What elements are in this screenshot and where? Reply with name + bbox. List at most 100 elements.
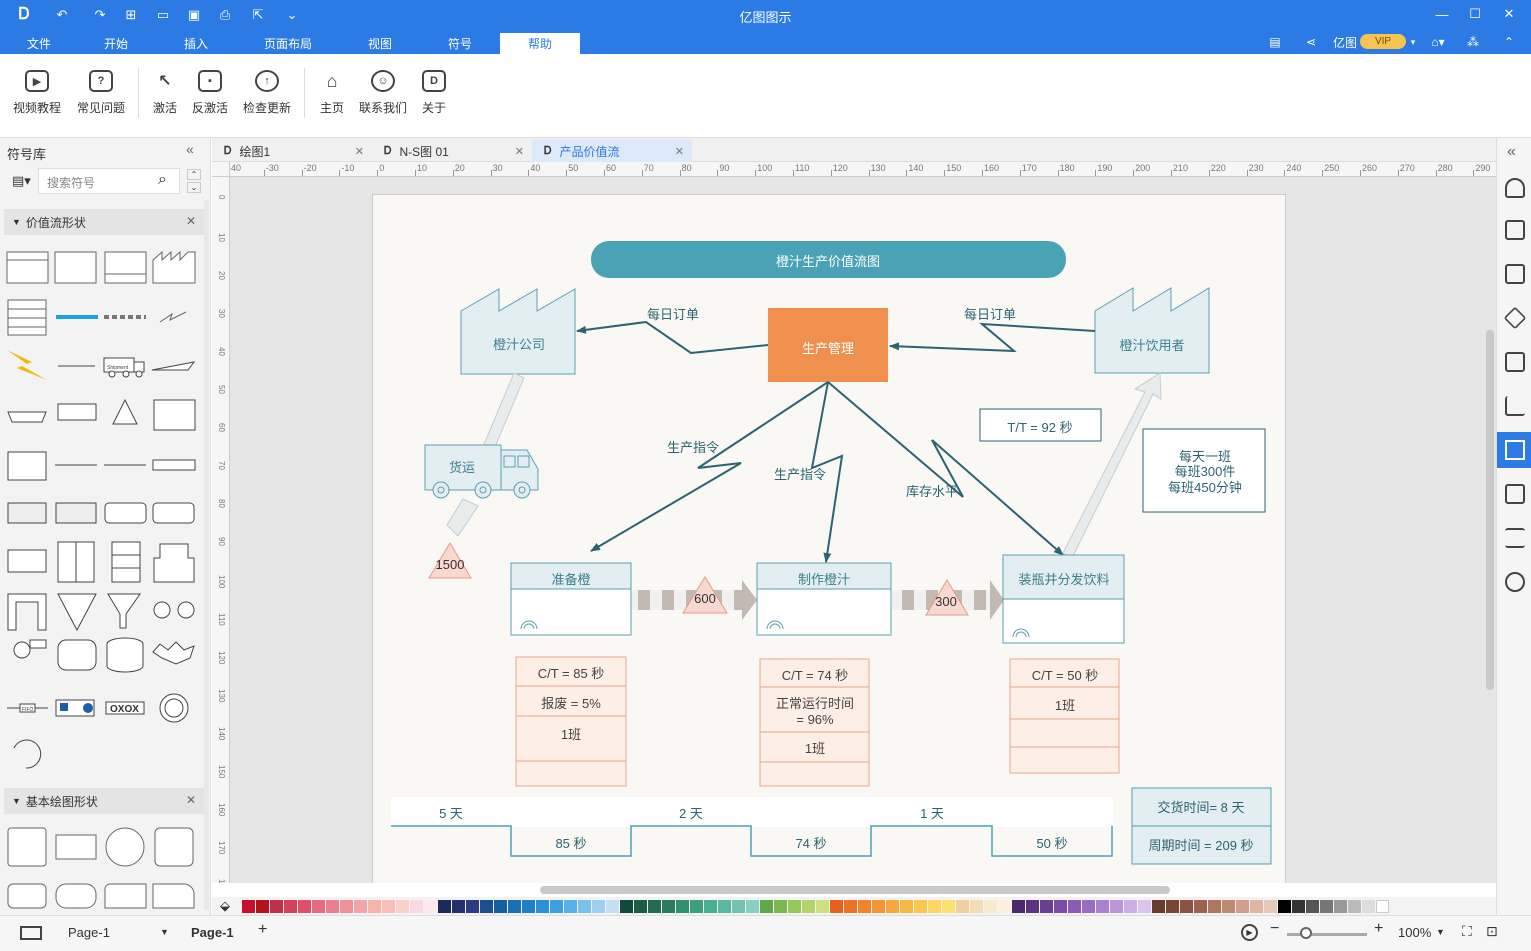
- color-swatch[interactable]: [1278, 899, 1291, 913]
- fill-icon[interactable]: [1505, 178, 1525, 198]
- color-swatch[interactable]: [1096, 899, 1109, 913]
- vip-badge[interactable]: VIP: [1360, 34, 1406, 49]
- value-stream-map[interactable]: 橙汁生产价值流图 橙汁公司 橙汁饮用者 生产管理 每日订单 每日订单 生产指令 …: [230, 177, 1496, 883]
- print-icon[interactable]: ⎙: [215, 6, 235, 24]
- menu-view[interactable]: 视图: [358, 33, 402, 54]
- maximize-icon[interactable]: ☐: [1462, 4, 1488, 24]
- color-swatch[interactable]: [1152, 899, 1165, 913]
- fullscreen-icon[interactable]: ⛶: [1462, 923, 1472, 940]
- color-swatch[interactable]: [466, 899, 479, 913]
- menu-page-layout[interactable]: 页面布局: [258, 33, 318, 54]
- timeline[interactable]: [391, 825, 1113, 857]
- zoom-out-icon[interactable]: −: [1270, 920, 1279, 938]
- data-cell[interactable]: [1009, 746, 1120, 774]
- close-tab-icon[interactable]: ✕: [355, 145, 364, 158]
- color-swatch[interactable]: [550, 899, 563, 913]
- data-cell[interactable]: [759, 761, 870, 787]
- color-swatch[interactable]: [1138, 899, 1151, 913]
- color-swatch[interactable]: [760, 899, 773, 913]
- color-swatch[interactable]: [340, 899, 353, 913]
- menu-help[interactable]: 帮助: [500, 33, 580, 54]
- contact-button[interactable]: ☺ 联系我们: [356, 70, 410, 124]
- page-icon[interactable]: [1505, 352, 1525, 372]
- layers-icon[interactable]: [1503, 306, 1527, 330]
- color-swatch[interactable]: [508, 899, 521, 913]
- section-value-stream[interactable]: ▼ 价值流形状 ✕: [4, 209, 204, 235]
- account-brand[interactable]: 亿图: [1332, 33, 1358, 51]
- vertical-scrollbar[interactable]: [1486, 330, 1494, 690]
- color-swatch[interactable]: [1194, 899, 1207, 913]
- color-swatch[interactable]: [578, 899, 591, 913]
- menu-insert[interactable]: 插入: [174, 33, 218, 54]
- chevron-down-icon[interactable]: ▼: [1436, 927, 1445, 937]
- check-update-button[interactable]: ↑ 检查更新: [240, 70, 294, 124]
- close-section-icon[interactable]: ✕: [186, 793, 196, 807]
- grid-icon[interactable]: [1505, 220, 1525, 240]
- supplier-factory[interactable]: [460, 288, 576, 375]
- color-swatch[interactable]: [256, 899, 269, 913]
- color-swatch[interactable]: [1250, 899, 1263, 913]
- video-tutorial-button[interactable]: ▶ 视频教程: [8, 70, 66, 124]
- search-icon[interactable]: ⌕: [158, 171, 167, 189]
- color-swatch[interactable]: [844, 899, 857, 913]
- color-swatch[interactable]: [382, 899, 395, 913]
- color-swatch[interactable]: [368, 899, 381, 913]
- zoom-level[interactable]: 100%: [1398, 925, 1431, 940]
- close-tab-icon[interactable]: ✕: [675, 145, 684, 158]
- close-tab-icon[interactable]: ✕: [515, 145, 524, 158]
- color-swatch[interactable]: [662, 899, 675, 913]
- data-cell[interactable]: [515, 760, 627, 787]
- color-swatch[interactable]: [746, 899, 759, 913]
- tab-ns-diagram[interactable]: Ꭰ N-S图 01 ✕: [372, 140, 532, 162]
- customer-factory[interactable]: [1094, 287, 1210, 374]
- redo-icon[interactable]: ↷: [90, 6, 110, 24]
- color-swatch[interactable]: [452, 899, 465, 913]
- order-flow-left[interactable]: [576, 320, 769, 355]
- open-icon[interactable]: ▭: [153, 6, 173, 24]
- color-swatch[interactable]: [788, 899, 801, 913]
- value-stream-shapes[interactable]: FIFO OXOX Shipment: [0, 238, 205, 788]
- undo-icon[interactable]: ↶: [52, 6, 72, 24]
- color-swatch[interactable]: [284, 899, 297, 913]
- zoom-slider[interactable]: [1287, 933, 1367, 936]
- scroll-down-icon[interactable]: ⌄: [187, 182, 201, 193]
- faq-button[interactable]: ? 常见问题: [72, 70, 130, 124]
- color-swatch[interactable]: [970, 899, 983, 913]
- color-swatch[interactable]: [298, 899, 311, 913]
- close-section-icon[interactable]: ✕: [186, 214, 196, 228]
- color-swatch[interactable]: [1082, 899, 1095, 913]
- comment-icon[interactable]: ▤: [1266, 33, 1284, 51]
- export-icon[interactable]: ⇱: [248, 6, 268, 24]
- chevron-down-icon[interactable]: ▾: [1408, 33, 1418, 51]
- page-tab[interactable]: Page-1: [191, 925, 234, 940]
- add-page-icon[interactable]: +: [258, 921, 267, 939]
- chevron-down-icon[interactable]: ▼: [160, 927, 169, 937]
- color-swatch[interactable]: [564, 899, 577, 913]
- canvas[interactable]: 橙汁生产价值流图 橙汁公司 橙汁饮用者 生产管理 每日订单 每日订单 生产指令 …: [230, 177, 1496, 883]
- color-swatch[interactable]: [872, 899, 885, 913]
- color-swatch[interactable]: [494, 899, 507, 913]
- expand-panel-icon[interactable]: «: [1507, 143, 1516, 161]
- color-swatch[interactable]: [1306, 899, 1319, 913]
- color-swatch[interactable]: [802, 899, 815, 913]
- color-swatch[interactable]: [928, 899, 941, 913]
- home-button[interactable]: ⌂ 主页: [313, 70, 351, 124]
- color-swatch[interactable]: [312, 899, 325, 913]
- zoom-slider-thumb[interactable]: [1300, 927, 1312, 939]
- inventory-flow[interactable]: [827, 381, 1064, 556]
- collapse-ribbon-icon[interactable]: ⌃: [1500, 33, 1518, 51]
- color-swatch[interactable]: [396, 899, 409, 913]
- color-swatch[interactable]: [1264, 899, 1277, 913]
- color-swatch[interactable]: [1124, 899, 1137, 913]
- order-flow-right[interactable]: [889, 322, 1096, 353]
- color-swatch[interactable]: [900, 899, 913, 913]
- share-icon[interactable]: ⋖: [1302, 33, 1320, 51]
- color-swatch[interactable]: [326, 899, 339, 913]
- color-swatch[interactable]: [1236, 899, 1249, 913]
- tab-product-value-stream[interactable]: Ꭰ 产品价值流 ✕: [532, 140, 692, 162]
- color-swatch[interactable]: [592, 899, 605, 913]
- tab-drawing1[interactable]: Ꭰ 绘图1 ✕: [212, 140, 372, 162]
- color-swatch[interactable]: [1012, 899, 1025, 913]
- color-swatch[interactable]: [1222, 899, 1235, 913]
- color-swatch[interactable]: [690, 899, 703, 913]
